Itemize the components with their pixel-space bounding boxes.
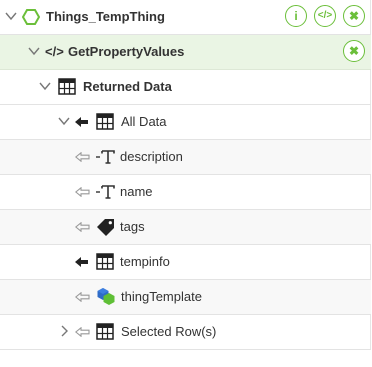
info-icon: i — [294, 9, 298, 23]
input-arrow-icon[interactable] — [75, 327, 90, 337]
field-label: name — [120, 184, 153, 199]
chevron-right-icon[interactable] — [57, 324, 71, 338]
table-icon — [96, 323, 114, 340]
input-arrow-icon[interactable] — [75, 152, 90, 162]
chevron-down-icon[interactable] — [4, 9, 18, 23]
chevron-down-icon[interactable] — [27, 44, 41, 58]
selected-rows-row[interactable]: Selected Row(s) — [0, 315, 371, 350]
returned-data-label: Returned Data — [83, 79, 172, 94]
input-arrow-icon[interactable] — [75, 292, 90, 302]
thing-template-icon — [97, 288, 115, 305]
field-row-thingtemplate[interactable]: thingTemplate — [0, 280, 371, 315]
service-name: GetPropertyValues — [68, 44, 185, 59]
selected-rows-label: Selected Row(s) — [121, 324, 217, 339]
close-service-button[interactable]: ✖ — [343, 40, 365, 62]
hexagon-icon — [22, 9, 40, 25]
field-row-name[interactable]: name — [0, 175, 371, 210]
field-label: tempinfo — [120, 254, 170, 269]
tag-icon — [97, 219, 114, 236]
code-icon: </> — [45, 44, 64, 59]
bound-arrow-icon — [75, 257, 88, 267]
field-row-tags[interactable]: tags — [0, 210, 371, 245]
input-arrow-icon[interactable] — [75, 187, 90, 197]
text-type-icon — [96, 185, 115, 199]
returned-data-row[interactable]: Returned Data — [0, 70, 371, 105]
input-arrow-icon[interactable] — [75, 222, 90, 232]
field-row-description[interactable]: description — [0, 140, 371, 175]
table-icon — [96, 113, 114, 130]
table-icon — [58, 78, 76, 95]
chevron-down-icon[interactable] — [57, 114, 71, 128]
chevron-down-icon[interactable] — [38, 79, 52, 93]
text-type-icon — [96, 150, 115, 164]
close-icon: ✖ — [348, 44, 360, 58]
all-data-label: All Data — [121, 114, 167, 129]
info-button[interactable]: i — [285, 5, 307, 27]
table-icon — [96, 253, 114, 270]
all-data-row[interactable]: All Data — [0, 105, 371, 140]
field-row-tempinfo[interactable]: tempinfo — [0, 245, 371, 280]
service-panel: Things_TempThing i </> ✖ </> GetProperty… — [0, 0, 371, 367]
field-label: description — [120, 149, 183, 164]
field-label: tags — [120, 219, 145, 234]
code-icon: </> — [317, 10, 333, 21]
thing-row[interactable]: Things_TempThing i </> ✖ — [0, 0, 371, 35]
empty-area — [0, 350, 371, 367]
bound-arrow-icon — [75, 117, 88, 127]
close-icon: ✖ — [348, 9, 360, 23]
close-button[interactable]: ✖ — [343, 5, 365, 27]
thing-name: Things_TempThing — [46, 9, 165, 24]
field-label: thingTemplate — [121, 289, 202, 304]
code-button[interactable]: </> — [314, 5, 336, 27]
service-row[interactable]: </> GetPropertyValues ✖ — [0, 35, 371, 70]
